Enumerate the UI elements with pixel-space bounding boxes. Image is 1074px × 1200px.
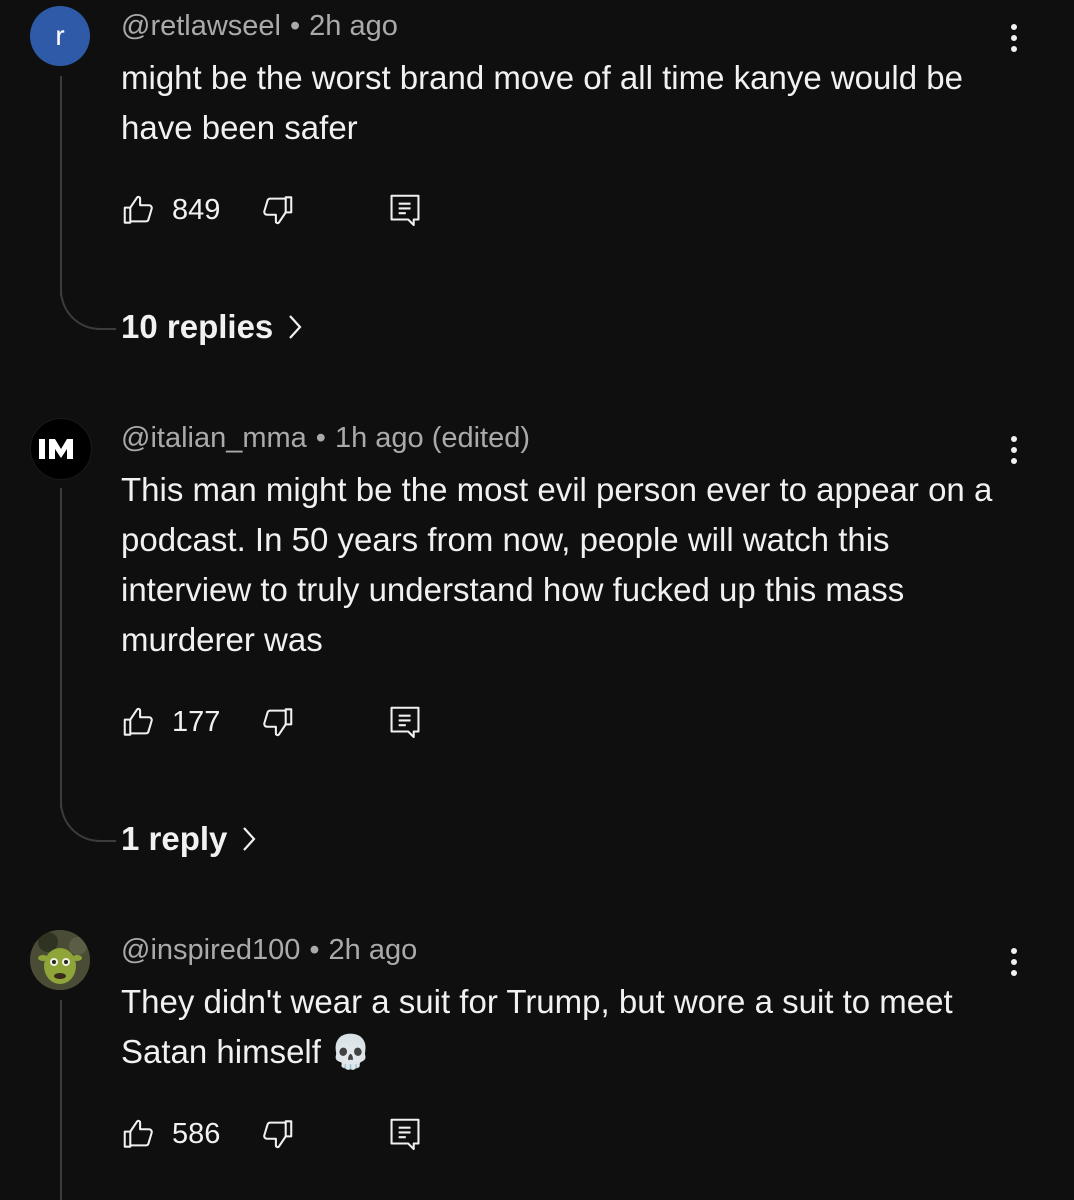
avatar[interactable] — [30, 930, 90, 990]
thread-line — [60, 488, 62, 808]
like-button[interactable]: 177 — [120, 700, 220, 744]
reply-comment-icon — [390, 706, 420, 739]
thumbs-up-icon — [123, 707, 153, 736]
comment-author[interactable]: @italian_mma — [121, 422, 307, 454]
comment-timestamp: 2h ago — [328, 934, 418, 966]
comment-author[interactable]: @retlawseel — [121, 10, 281, 42]
shrek-avatar-icon — [30, 930, 90, 990]
like-count: 586 — [172, 1117, 221, 1150]
replies-count: 10 replies — [121, 308, 274, 345]
thumbs-down-icon — [263, 196, 293, 225]
thumbs-up-icon — [123, 195, 153, 224]
thread-curve — [60, 290, 116, 330]
comment-text: They didn't wear a suit for Trump, but w… — [121, 983, 953, 1070]
thumbs-down-icon — [263, 1120, 293, 1149]
view-replies-link[interactable]: 1 reply — [121, 820, 257, 858]
avatar[interactable]: r — [30, 6, 90, 66]
dislike-button[interactable] — [258, 188, 296, 232]
comment-meta: @italian_mma • 1h ago (edited) — [121, 422, 530, 455]
thread-curve — [60, 802, 116, 842]
comment-retlawseel: r @retlawseel • 2h ago might be the worst … — [0, 0, 1074, 380]
view-replies-link[interactable]: 10 replies — [121, 308, 303, 346]
thread-line — [60, 1000, 62, 1200]
comment-timestamp: 2h ago — [309, 10, 398, 42]
like-count: 177 — [172, 705, 221, 738]
comment-inspired100: @inspired100 • 2h ago They didn't wear a s… — [0, 924, 1074, 1200]
thread-line — [60, 76, 62, 296]
meta-separator: • — [315, 422, 326, 454]
replies-count: 1 reply — [121, 820, 228, 857]
meta-separator: • — [309, 934, 320, 966]
dislike-button[interactable] — [258, 1112, 296, 1156]
thumbs-up-icon — [123, 1119, 153, 1148]
comment-meta: @inspired100 • 2h ago — [121, 934, 417, 967]
avatar[interactable] — [30, 418, 92, 480]
dislike-button[interactable] — [258, 700, 296, 744]
more-vertical-icon — [1011, 24, 1017, 30]
more-vertical-icon — [1011, 948, 1017, 954]
reply-comment-icon — [390, 1118, 420, 1151]
thumbs-down-icon — [263, 708, 293, 737]
comment-text: This man might be the most evil person e… — [121, 471, 993, 658]
meta-separator: • — [290, 10, 301, 42]
im-logo-icon — [39, 439, 73, 459]
reply-comment-icon — [390, 194, 420, 227]
avatar-letter: r — [55, 20, 65, 51]
comment-text: might be the worst brand move of all tim… — [121, 59, 963, 146]
comment-author[interactable]: @inspired100 — [121, 934, 300, 966]
comment-timestamp: 1h ago (edited) — [334, 422, 531, 454]
comment-italian-mma: @italian_mma • 1h ago (edited) This man mi… — [0, 412, 1074, 892]
comment-meta: @retlawseel • 2h ago — [121, 10, 398, 43]
chevron-right-icon — [287, 313, 303, 341]
chevron-right-icon — [241, 825, 257, 853]
reply-button[interactable] — [386, 1112, 424, 1156]
reply-button[interactable] — [386, 188, 424, 232]
like-button[interactable]: 849 — [120, 188, 220, 232]
more-vertical-icon — [1011, 436, 1017, 442]
like-button[interactable]: 586 — [120, 1112, 220, 1156]
like-count: 849 — [172, 193, 221, 226]
reply-button[interactable] — [386, 700, 424, 744]
